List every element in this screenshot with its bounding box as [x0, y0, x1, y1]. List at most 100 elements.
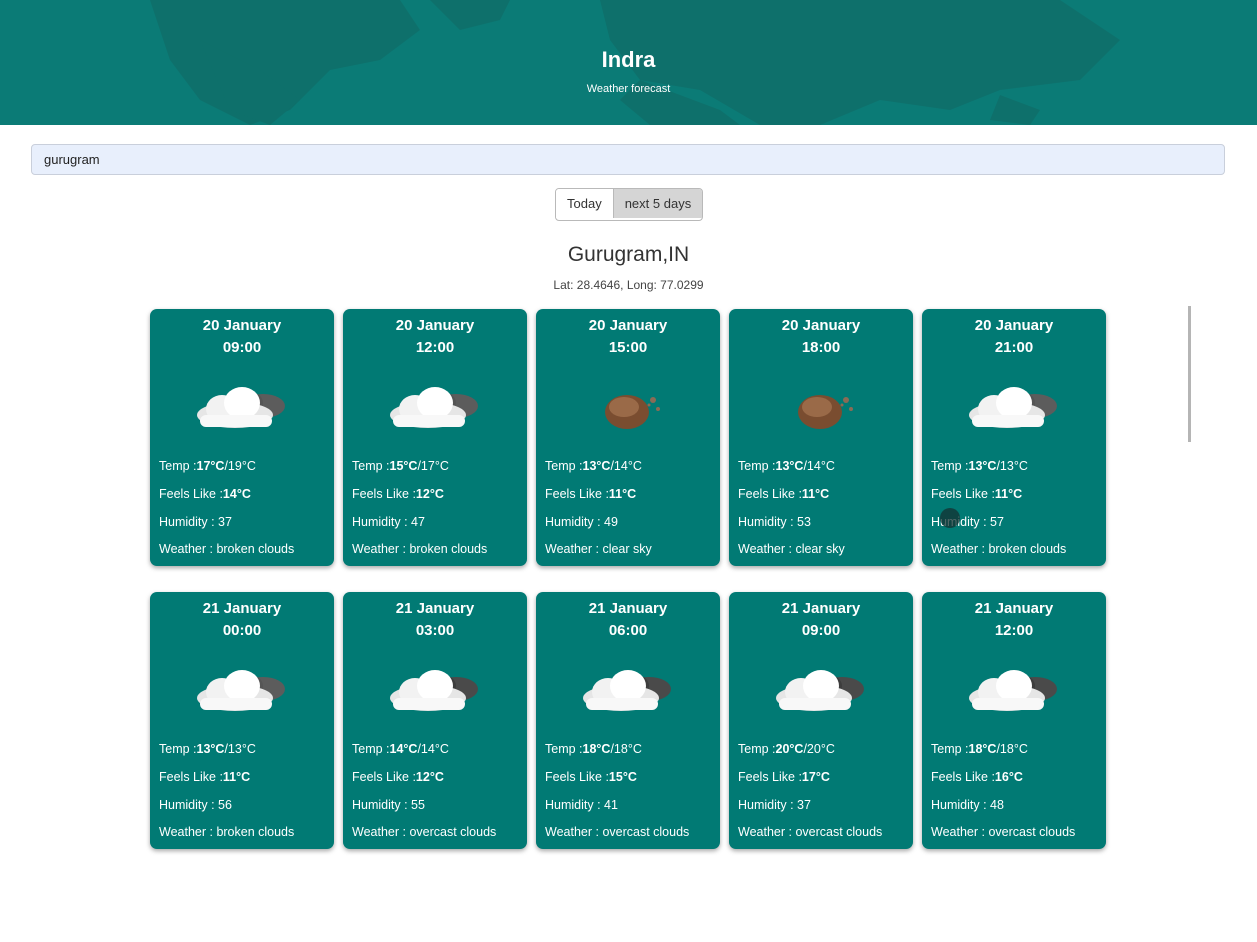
weather-description: broken clouds	[988, 542, 1067, 556]
temp-label: Temp :	[738, 459, 776, 473]
temp-max: 13°C	[196, 742, 225, 756]
humidity-line: Humidity : 48	[931, 798, 1004, 812]
weather-line: Weather : clear sky	[545, 542, 652, 556]
humidity-line: Humidity : 56	[159, 798, 232, 812]
temp-min: /17°C	[417, 459, 449, 473]
clear-sky-icon	[729, 373, 913, 443]
humidity-label: Humidity :	[738, 798, 798, 812]
feels-label: Feels Like :	[738, 487, 802, 501]
forecast-date: 21 January	[974, 600, 1054, 617]
humidity-line: Humidity : 53	[738, 515, 811, 529]
weather-description: clear sky	[795, 542, 845, 556]
weather-line: Weather : overcast clouds	[352, 825, 496, 839]
feels-label: Feels Like :	[159, 487, 223, 501]
feels-like-line: Feels Like :11°C	[738, 487, 829, 501]
humidity-label: Humidity :	[931, 798, 991, 812]
feels-like-value: 17°C	[801, 770, 830, 784]
weather-description: overcast clouds	[602, 825, 690, 839]
temperature-line: Temp :18°C/18°C	[545, 742, 642, 756]
feels-like-line: Feels Like :12°C	[352, 770, 444, 784]
temp-min: /13°C	[224, 742, 256, 756]
feels-like-line: Feels Like :17°C	[738, 770, 830, 784]
next-5-days-button[interactable]: next 5 days	[612, 189, 703, 218]
broken-clouds-icon	[343, 373, 527, 443]
temp-max: 14°C	[389, 742, 418, 756]
temperature-line: Temp :17°C/19°C	[159, 459, 256, 473]
temperature-line: Temp :15°C/17°C	[352, 459, 449, 473]
temperature-line: Temp :14°C/14°C	[352, 742, 449, 756]
feels-label: Feels Like :	[352, 487, 416, 501]
humidity-label: Humidity :	[545, 798, 605, 812]
forecast-card: 20 January 09:00 Temp :17°C/19°C Feels Like…	[150, 309, 334, 566]
humidity-value: 55	[411, 798, 425, 812]
weather-line: Weather : overcast clouds	[545, 825, 689, 839]
weather-line: Weather : broken clouds	[159, 825, 294, 839]
forecast-date: 20 January	[781, 317, 861, 334]
forecast-time: 06:00	[608, 622, 648, 639]
forecast-card: 21 January 06:00 Temp :18°C/18°C Feels Like…	[536, 592, 720, 849]
scrollbar[interactable]	[1188, 306, 1191, 442]
temp-label: Temp :	[545, 742, 583, 756]
temperature-line: Temp :18°C/18°C	[931, 742, 1028, 756]
temperature-line: Temp :20°C/20°C	[738, 742, 835, 756]
weather-line: Weather : broken clouds	[352, 542, 487, 556]
temp-max: 15°C	[389, 459, 418, 473]
feels-like-value: 15°C	[608, 770, 637, 784]
weather-description: broken clouds	[216, 542, 295, 556]
humidity-value: 56	[218, 798, 232, 812]
overcast-clouds-icon	[536, 656, 720, 726]
weather-label: Weather :	[545, 825, 603, 839]
broken-clouds-icon	[922, 373, 1106, 443]
forecast-card: 21 January 09:00 Temp :20°C/20°C Feels Like…	[729, 592, 913, 849]
humidity-line: Humidity : 47	[352, 515, 425, 529]
temp-min: /13°C	[996, 459, 1028, 473]
humidity-value: 37	[218, 515, 232, 529]
forecast-card: 21 January 12:00 Temp :18°C/18°C Feels Like…	[922, 592, 1106, 849]
temp-max: 13°C	[775, 459, 804, 473]
city-search-input[interactable]	[31, 144, 1225, 175]
feels-like-value: 11°C	[608, 487, 637, 501]
temperature-line: Temp :13°C/14°C	[545, 459, 642, 473]
weather-description: broken clouds	[216, 825, 295, 839]
today-button[interactable]: Today	[556, 189, 613, 218]
weather-label: Weather :	[352, 825, 410, 839]
broken-clouds-icon	[150, 373, 334, 443]
feels-label: Feels Like :	[159, 770, 223, 784]
weather-description: overcast clouds	[795, 825, 883, 839]
forecast-date: 20 January	[974, 317, 1054, 334]
feels-label: Feels Like :	[931, 487, 995, 501]
temp-max: 13°C	[582, 459, 611, 473]
weather-label: Weather :	[738, 825, 796, 839]
location-name: Gurugram,IN	[567, 243, 690, 266]
weather-label: Weather :	[545, 542, 603, 556]
humidity-value: 57	[990, 515, 1004, 529]
app-subtitle: Weather forecast	[586, 83, 671, 95]
temp-min: /14°C	[417, 742, 449, 756]
weather-line: Weather : clear sky	[738, 542, 845, 556]
feels-like-value: 12°C	[415, 487, 444, 501]
feels-label: Feels Like :	[738, 770, 802, 784]
forecast-date: 21 January	[588, 600, 668, 617]
forecast-time: 00:00	[222, 622, 262, 639]
forecast-time: 03:00	[415, 622, 455, 639]
forecast-date: 20 January	[202, 317, 282, 334]
weather-line: Weather : overcast clouds	[738, 825, 882, 839]
humidity-label: Humidity :	[159, 798, 219, 812]
feels-label: Feels Like :	[545, 770, 609, 784]
feels-like-line: Feels Like :12°C	[352, 487, 444, 501]
forecast-date: 21 January	[202, 600, 282, 617]
feels-like-value: 16°C	[994, 770, 1023, 784]
weather-label: Weather :	[931, 542, 989, 556]
feels-like-line: Feels Like :16°C	[931, 770, 1023, 784]
temp-label: Temp :	[545, 459, 583, 473]
overcast-clouds-icon	[729, 656, 913, 726]
weather-line: Weather : broken clouds	[159, 542, 294, 556]
weather-label: Weather :	[738, 542, 796, 556]
forecast-time: 12:00	[415, 339, 455, 356]
forecast-card: 21 January 03:00 Temp :14°C/14°C Feels Like…	[343, 592, 527, 849]
feels-like-value: 12°C	[415, 770, 444, 784]
humidity-label: Humidity :	[159, 515, 219, 529]
feels-like-line: Feels Like :11°C	[931, 487, 1022, 501]
page-header: Indra Weather forecast	[0, 0, 1257, 125]
forecast-time: 18:00	[801, 339, 841, 356]
